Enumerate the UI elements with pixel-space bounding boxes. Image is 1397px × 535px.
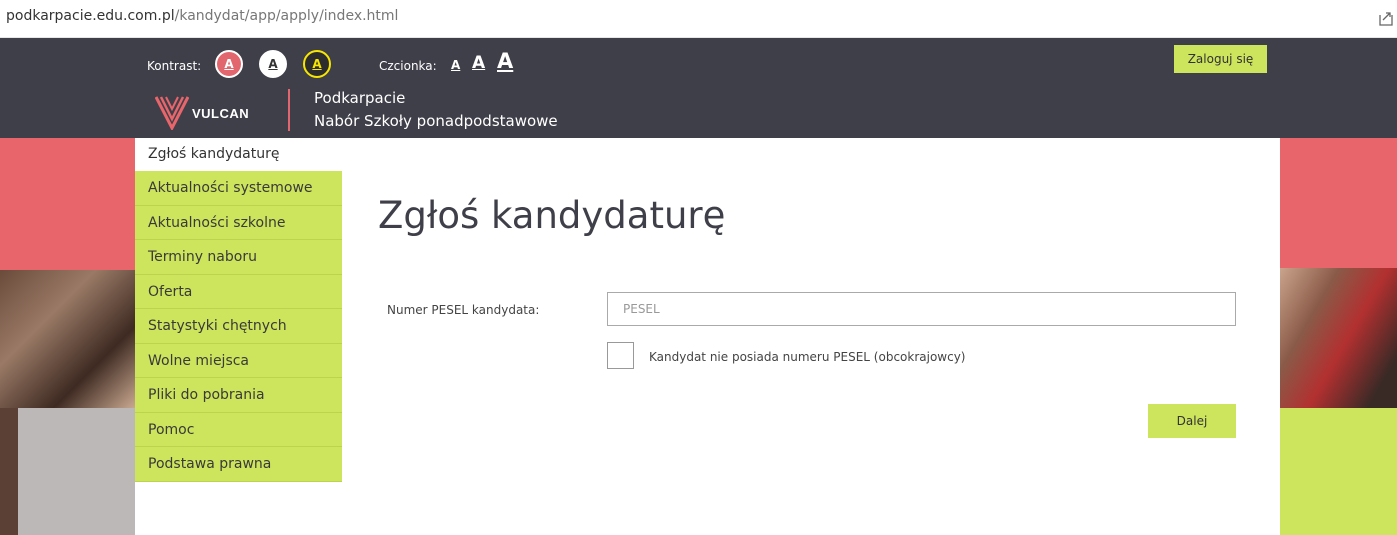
url-path: /kandydat/app/apply/index.html [174, 8, 399, 24]
background-left-photo [0, 270, 135, 408]
url-domain: podkarpacie.edu.com.pl [6, 8, 175, 24]
nav-item-wolne-miejsca[interactable]: Wolne miejsca [135, 343, 342, 378]
contrast-light-button[interactable]: A [259, 50, 287, 78]
logo-separator [288, 89, 290, 131]
sidebar-nav: Zgłoś kandydaturę Aktualności systemowe … [135, 138, 342, 482]
nav-item-zglos-kandydature[interactable]: Zgłoś kandydaturę [135, 138, 342, 171]
font-size-label: Czcionka: [379, 59, 437, 73]
brand-region: Podkarpacie [314, 89, 406, 107]
vulcan-logo[interactable]: VULCAN [155, 94, 285, 130]
font-large-button[interactable]: A [497, 49, 513, 73]
font-small-button[interactable]: A [451, 58, 460, 72]
next-button[interactable]: Dalej [1148, 404, 1236, 438]
contrast-label: Kontrast: [147, 59, 202, 73]
page-title: Zgłoś kandydaturę [378, 194, 726, 237]
main-content: Zgłoś kandydaturę Numer PESEL kandydata:… [342, 138, 1280, 535]
share-icon[interactable] [1379, 10, 1393, 26]
background-right-photo [1280, 268, 1397, 408]
background-right-green-block [1280, 408, 1397, 535]
nav-item-aktualnosci-systemowe[interactable]: Aktualności systemowe [135, 171, 342, 206]
no-pesel-checkbox[interactable] [607, 342, 634, 369]
pesel-label: Numer PESEL kandydata: [387, 303, 540, 317]
font-medium-button[interactable]: A [472, 53, 485, 73]
site-header: Kontrast: A A A Czcionka: A A A Zaloguj … [0, 38, 1397, 138]
background-left-photo-strip [0, 408, 18, 535]
nav-item-terminy-naboru[interactable]: Terminy naboru [135, 240, 342, 275]
nav-item-statystyki-chetnych[interactable]: Statystyki chętnych [135, 309, 342, 344]
background-right-red-block [1280, 138, 1397, 268]
contrast-default-button[interactable]: A [215, 50, 243, 78]
brand-subtitle: Nabór Szkoły ponadpodstawowe [314, 112, 558, 130]
vulcan-logo-icon [155, 96, 189, 130]
nav-item-pomoc[interactable]: Pomoc [135, 412, 342, 447]
url-text[interactable]: podkarpacie.edu.com.pl/kandydat/app/appl… [6, 8, 398, 24]
nav-item-aktualnosci-szkolne[interactable]: Aktualności szkolne [135, 205, 342, 240]
nav-item-oferta[interactable]: Oferta [135, 274, 342, 309]
address-bar[interactable]: podkarpacie.edu.com.pl/kandydat/app/appl… [0, 0, 1397, 38]
no-pesel-label: Kandydat nie posiada numeru PESEL (obcok… [649, 350, 966, 364]
nav-item-podstawa-prawna[interactable]: Podstawa prawna [135, 447, 342, 482]
pesel-input[interactable] [607, 292, 1236, 326]
nav-item-pliki-do-pobrania[interactable]: Pliki do pobrania [135, 378, 342, 413]
logo-text: VULCAN [192, 106, 250, 121]
background-left-grey-block [18, 408, 135, 535]
background-left-red-block [0, 138, 135, 270]
login-button[interactable]: Zaloguj się [1174, 45, 1267, 73]
contrast-high-button[interactable]: A [303, 50, 331, 78]
